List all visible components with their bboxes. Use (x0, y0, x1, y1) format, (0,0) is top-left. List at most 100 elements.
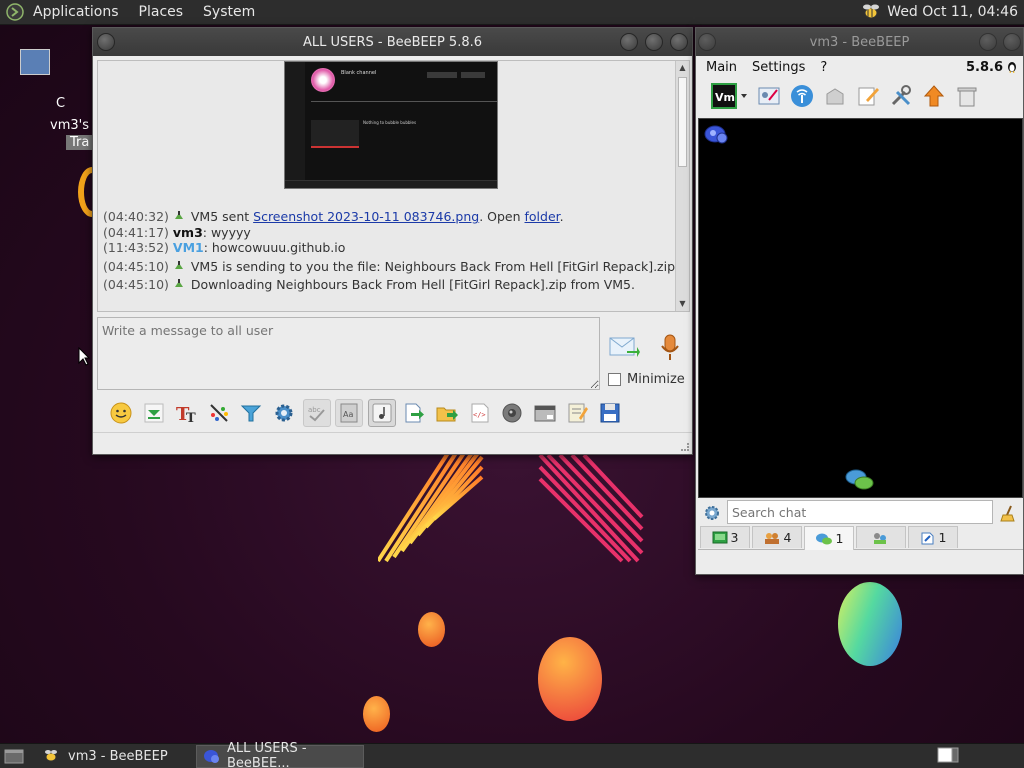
task-all-users[interactable]: ALL USERS - BeeBEE... (196, 741, 364, 768)
preview-btn-1 (427, 72, 457, 78)
scroll-up-icon[interactable]: ▲ (678, 63, 687, 73)
svg-text:T: T (186, 411, 196, 425)
window-menu-button[interactable] (97, 33, 115, 51)
message-input[interactable] (97, 317, 600, 390)
minimize-checkbox[interactable]: Minimize (608, 372, 685, 387)
file-transfer-icon (174, 279, 183, 287)
menu-applications[interactable]: Applications (33, 4, 119, 20)
emoticons-button[interactable] (107, 399, 135, 427)
chat-history[interactable]: Blank channel Nothing to bubble bubbles … (97, 60, 690, 312)
desktop-computer-label: C (56, 96, 66, 111)
chat-window-titlebar[interactable]: ALL USERS - BeeBEEP 5.8.6 (93, 28, 692, 56)
send-file-button[interactable] (400, 399, 428, 427)
desktop-trash-label[interactable]: Tra (66, 135, 94, 150)
screenshot-button[interactable] (498, 399, 526, 427)
tab-group-chats[interactable] (856, 526, 906, 548)
broadcast-button[interactable] (822, 83, 848, 109)
send-message-button[interactable] (609, 333, 641, 361)
minimize-window-button[interactable] (620, 33, 638, 51)
vm-status-icon: Vm (711, 83, 747, 109)
workspace-switcher-icon[interactable] (937, 747, 959, 765)
tab-groups[interactable]: 4 (752, 526, 802, 548)
linux-tux-icon (1008, 62, 1016, 73)
resize-grip[interactable] (681, 443, 689, 451)
clock-label[interactable]: Wed Oct 11, 04:46 (887, 4, 1018, 20)
save-chat-button[interactable] (563, 399, 591, 427)
task-vm3-beebeep[interactable]: vm3 - BeeBEEP (36, 745, 196, 768)
close-window-button[interactable] (670, 33, 688, 51)
font-color-button[interactable] (205, 399, 233, 427)
screenshot-file-link[interactable]: Screenshot 2023-10-11 083746.png (253, 209, 479, 224)
save-as-button[interactable] (596, 399, 624, 427)
chat-bubbles-icon (845, 469, 874, 490)
tools-button[interactable] (888, 83, 914, 109)
tab-file-sharing[interactable]: 1 (908, 526, 958, 548)
tab-chats-count: 1 (835, 531, 844, 546)
music-note-icon (372, 403, 392, 423)
update-button[interactable] (921, 83, 947, 109)
menu-system[interactable]: System (203, 4, 255, 20)
download-button[interactable] (140, 399, 168, 427)
mate-logo-icon[interactable] (6, 3, 24, 21)
network-button[interactable] (789, 83, 815, 109)
all-users-chat-icon[interactable] (703, 123, 731, 147)
screenshot-preview-image[interactable]: Blank channel Nothing to bubble bubbles (284, 61, 498, 189)
edit-document-icon (568, 403, 589, 423)
beebeep-window-title: vm3 - BeeBEEP (809, 34, 910, 50)
palette-brush-icon (210, 404, 228, 422)
beebeep-bee-icon (45, 750, 57, 762)
chat-scrollbar[interactable]: ▲ ▼ (675, 61, 689, 311)
maximize-window-button[interactable] (1003, 33, 1021, 51)
window-menu-button[interactable] (698, 33, 716, 51)
menu-main[interactable]: Main (706, 60, 737, 75)
search-settings-gear-icon[interactable] (703, 504, 721, 522)
microphone-icon (661, 334, 679, 360)
scroll-down-icon[interactable]: ▼ (678, 299, 687, 309)
write-note-icon (858, 87, 879, 106)
profile-button[interactable] (756, 83, 782, 109)
preview-avatar (311, 68, 335, 92)
search-chat-input[interactable] (727, 500, 993, 524)
show-desktop-icon[interactable] (2, 746, 26, 766)
tab-users[interactable]: 3 (700, 526, 750, 548)
desktop-computer-icon[interactable] (20, 49, 50, 75)
chat-settings-button[interactable] (270, 399, 298, 427)
html-code-button[interactable]: </> (466, 399, 494, 427)
preview-video-title: Nothing to bubble bubbles (363, 120, 417, 125)
send-folder-button[interactable] (433, 399, 461, 427)
bottom-taskbar: vm3 - BeeBEEP ALL USERS - BeeBEE... (0, 741, 1024, 768)
note-button[interactable] (855, 83, 881, 109)
minimize-window-button[interactable] (979, 33, 997, 51)
groups-icon (873, 532, 886, 544)
spellcheck-button[interactable]: abc (302, 399, 331, 427)
menu-places[interactable]: Places (139, 4, 184, 20)
sound-notification-button[interactable] (367, 399, 396, 427)
status-button[interactable]: Vm (711, 83, 749, 109)
tab-chats[interactable]: 1 (804, 526, 854, 550)
message-text: . (559, 209, 564, 224)
trash-button[interactable] (954, 83, 980, 109)
message-sender[interactable]: vm3 (173, 225, 203, 240)
filter-button[interactable] (237, 399, 265, 427)
menu-settings[interactable]: Settings (752, 60, 805, 75)
chat-log-button[interactable] (531, 399, 559, 427)
minimize-checkbox-box[interactable] (608, 373, 621, 386)
maximize-window-button[interactable] (645, 33, 663, 51)
message-text: . Open (479, 209, 525, 224)
clear-search-broom-icon[interactable] (999, 504, 1017, 522)
beebeep-titlebar[interactable]: vm3 - BeeBEEP (696, 28, 1023, 56)
floppy-disk-icon (600, 403, 620, 423)
network-signal-icon (791, 85, 813, 107)
voice-message-button[interactable] (657, 333, 683, 363)
word-completion-button[interactable]: Aa (335, 399, 364, 427)
font-icon: TT (176, 404, 196, 425)
scrollbar-thumb[interactable] (678, 77, 687, 167)
send-folder-icon (436, 407, 458, 422)
message-sender[interactable]: VM1 (173, 240, 204, 255)
message-text: Downloading Neighbours Back From Hell [F… (186, 277, 635, 292)
font-button[interactable]: TT (172, 399, 200, 427)
open-folder-link[interactable]: folder (525, 209, 560, 224)
menu-help[interactable]: ? (820, 60, 827, 75)
beebeep-tray-icon[interactable] (861, 3, 881, 21)
chat-list-panel[interactable] (698, 118, 1023, 498)
